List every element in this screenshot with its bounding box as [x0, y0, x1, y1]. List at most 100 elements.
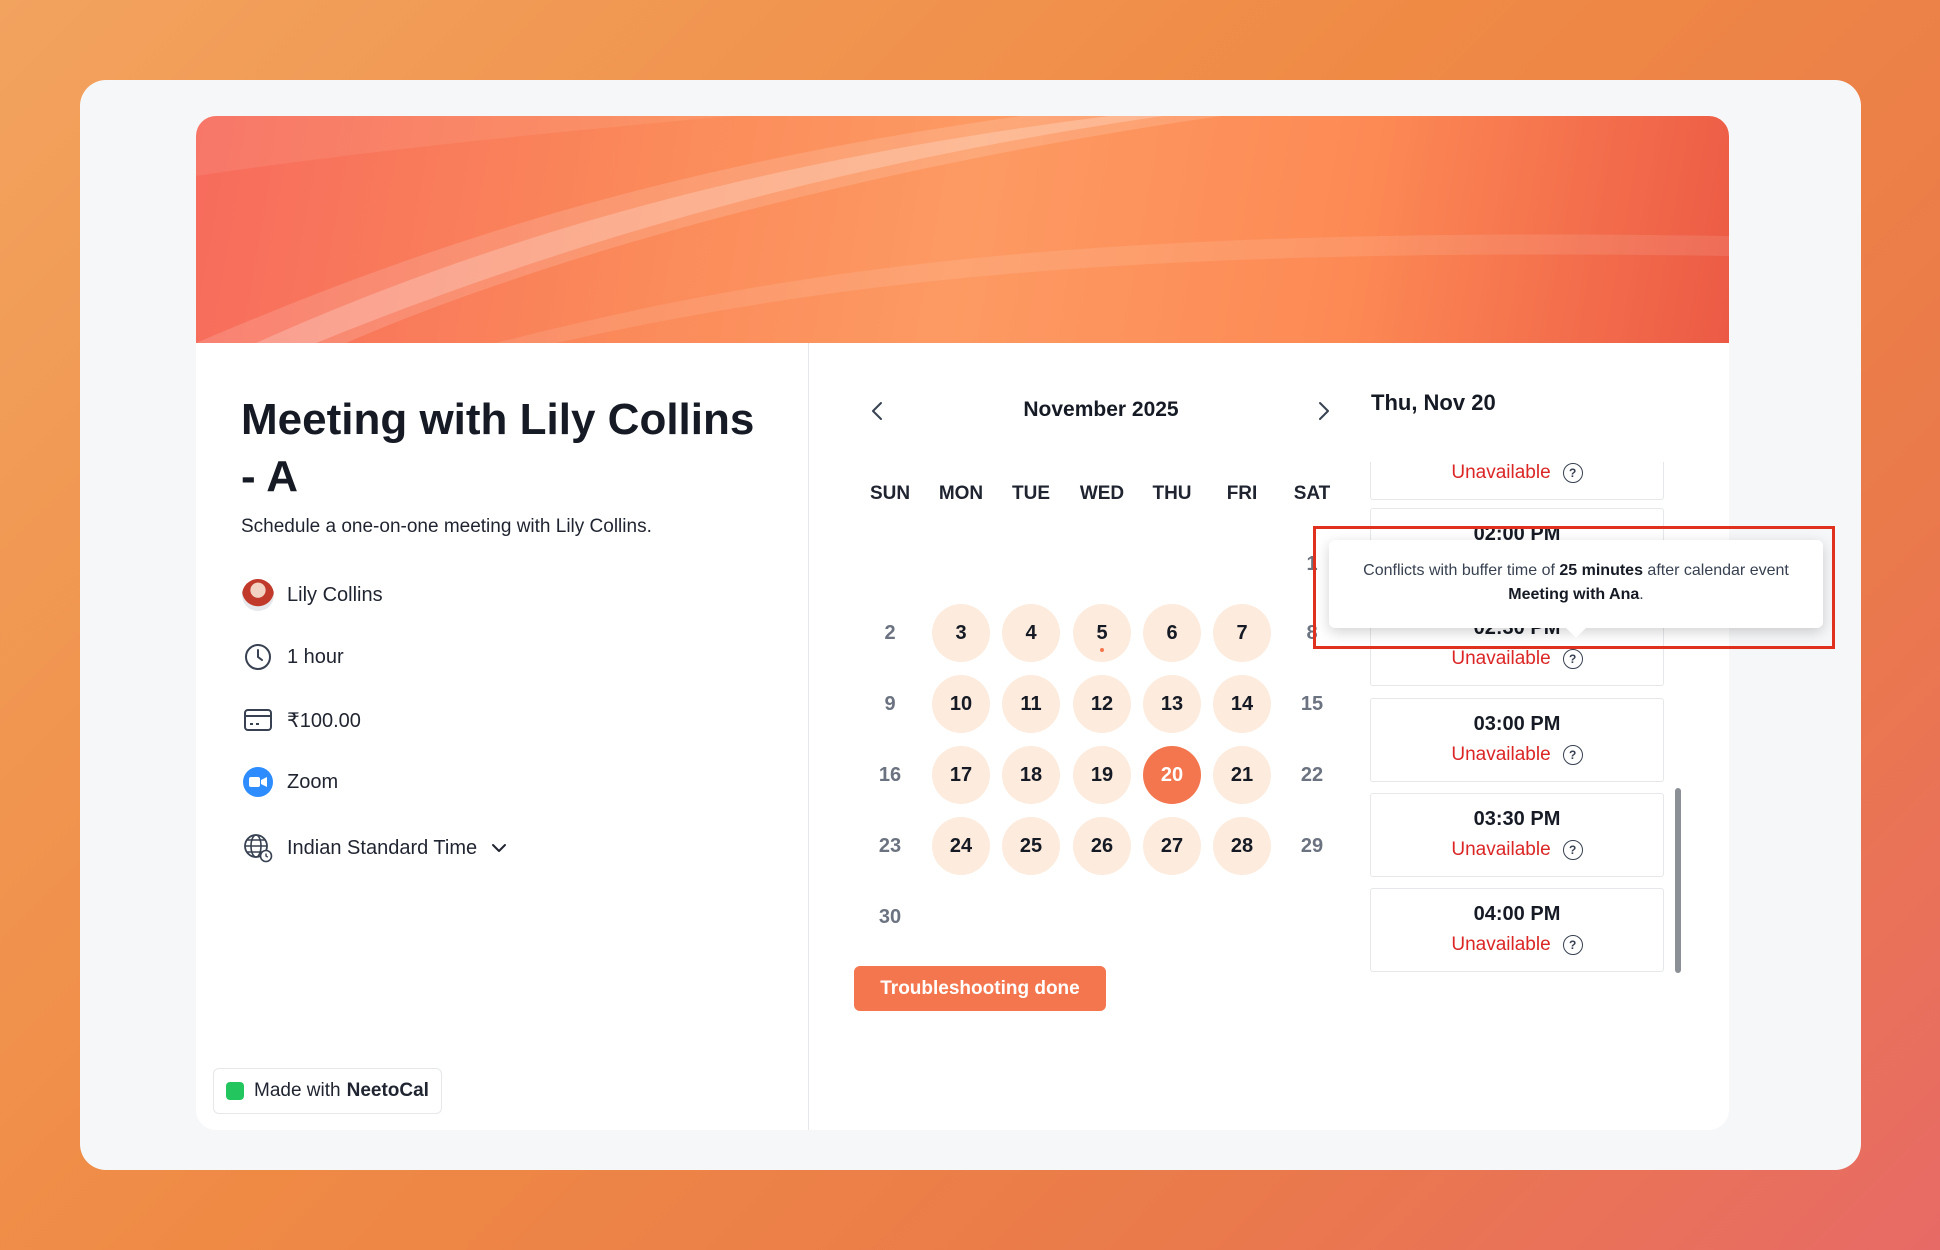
time-slot[interactable]: 03:00 PM Unavailable?: [1370, 698, 1664, 782]
weekday-fri: FRI: [1226, 483, 1258, 504]
calendar-day[interactable]: 13: [1143, 675, 1201, 733]
weekday-tue: TUE: [1012, 483, 1050, 504]
host-name: Lily Collins: [287, 583, 383, 606]
slot-status: Unavailable?: [1371, 839, 1663, 861]
calendar-day[interactable]: 24: [932, 817, 990, 875]
calendar-day[interactable]: 18: [1002, 746, 1060, 804]
calendar-day[interactable]: 21: [1213, 746, 1271, 804]
day-number: 10: [949, 692, 973, 715]
slot-list-scrollbar[interactable]: [1675, 788, 1681, 973]
host-row: Lily Collins: [241, 577, 383, 613]
help-icon[interactable]: ?: [1562, 463, 1583, 483]
weekday-sun: SUN: [869, 483, 911, 504]
day-number: 4: [1025, 621, 1037, 644]
price-text: ₹100.00: [287, 709, 361, 732]
slot-time: 04:00 PM: [1473, 903, 1561, 925]
weekday-mon: MON: [938, 483, 984, 504]
day-number: 21: [1230, 763, 1254, 786]
calendar-day[interactable]: 27: [1143, 817, 1201, 875]
day-number: 18: [1019, 763, 1043, 786]
cover-banner: [196, 116, 1729, 343]
calendar-day[interactable]: 5: [1073, 604, 1131, 662]
slot-status-text: Unavailable: [1451, 648, 1551, 669]
zoom-icon: [241, 765, 275, 799]
day-number: 26: [1090, 834, 1114, 857]
calendar-day: 29: [1283, 817, 1341, 875]
chevron-left-icon: [871, 401, 883, 421]
calendar-day[interactable]: 4: [1002, 604, 1060, 662]
calendar-day: 16: [861, 746, 919, 804]
made-with-text: Made with: [254, 1080, 341, 1101]
timezone-text: Indian Standard Time: [287, 836, 478, 859]
calendar-day[interactable]: 19: [1073, 746, 1131, 804]
calendar-day: 15: [1283, 675, 1341, 733]
neetocal-logo-icon: [226, 1082, 244, 1100]
time-slot[interactable]: 03:30 PM Unavailable?: [1370, 793, 1664, 877]
slot-status-text: Unavailable: [1451, 839, 1551, 860]
calendar-day: 2: [861, 604, 919, 662]
timezone-selector[interactable]: Indian Standard Time: [241, 830, 507, 866]
calendar-day[interactable]: 12: [1073, 675, 1131, 733]
day-number: 17: [949, 763, 973, 786]
day-number: 14: [1230, 692, 1254, 715]
slot-status: Unavailable?: [1371, 462, 1663, 484]
day-number: 15: [1300, 692, 1324, 715]
calendar-day-selected[interactable]: 20: [1143, 746, 1201, 804]
duration-row: 1 hour: [241, 639, 344, 675]
day-number: 19: [1090, 763, 1114, 786]
calendar-day: 30: [861, 888, 919, 946]
day-number: 3: [955, 621, 967, 644]
help-icon[interactable]: ?: [1562, 745, 1583, 765]
calendar-day[interactable]: 14: [1213, 675, 1271, 733]
calendar-day[interactable]: 25: [1002, 817, 1060, 875]
weekday-thu: THU: [1152, 483, 1192, 504]
slot-status: Unavailable?: [1371, 934, 1663, 956]
day-number: 2: [884, 621, 896, 644]
troubleshooting-done-button[interactable]: Troubleshooting done: [854, 966, 1106, 1011]
calendar-day[interactable]: 6: [1143, 604, 1201, 662]
day-number: 27: [1160, 834, 1184, 857]
location-row: Zoom: [241, 764, 338, 800]
calendar-day[interactable]: 7: [1213, 604, 1271, 662]
day-number: 16: [878, 763, 902, 786]
next-month-button[interactable]: [1306, 393, 1342, 429]
day-number: 12: [1090, 692, 1114, 715]
slot-status-text: Unavailable: [1451, 462, 1551, 483]
slot-time: 03:00 PM: [1473, 713, 1561, 735]
day-number: 25: [1019, 834, 1043, 857]
time-slot[interactable]: 04:00 PM Unavailable?: [1370, 888, 1664, 972]
day-number: 23: [878, 834, 902, 857]
column-divider: [808, 343, 809, 1130]
duration-text: 1 hour: [287, 645, 344, 668]
made-with-badge[interactable]: Made with NeetoCal: [213, 1068, 442, 1114]
help-icon[interactable]: ?: [1562, 649, 1583, 669]
calendar-day[interactable]: 11: [1002, 675, 1060, 733]
help-icon[interactable]: ?: [1562, 935, 1583, 955]
location-text: Zoom: [287, 770, 339, 793]
price-row: ₹100.00: [241, 702, 361, 738]
calendar-day[interactable]: 28: [1213, 817, 1271, 875]
calendar-day[interactable]: 17: [932, 746, 990, 804]
help-icon[interactable]: ?: [1562, 840, 1583, 860]
chevron-right-icon: [1318, 401, 1330, 421]
time-slot[interactable]: 01:30 PMUnavailable?: [1370, 462, 1664, 500]
slot-status: Unavailable?: [1371, 648, 1663, 670]
calendar-day[interactable]: 3: [932, 604, 990, 662]
day-number: 30: [878, 905, 902, 928]
day-number: 20: [1160, 763, 1184, 786]
brand-name: NeetoCal: [346, 1080, 429, 1101]
slot-status-text: Unavailable: [1451, 744, 1551, 765]
day-number: 24: [949, 834, 973, 857]
banner-waves: [196, 116, 1729, 343]
calendar-day[interactable]: 26: [1073, 817, 1131, 875]
slot-status-text: Unavailable: [1451, 934, 1551, 955]
page-title: Meeting with Lily Collins - A: [241, 395, 755, 501]
calendar-day[interactable]: 10: [932, 675, 990, 733]
avatar: [241, 578, 275, 612]
day-number: 7: [1236, 621, 1248, 644]
calendar-day: 22: [1283, 746, 1341, 804]
prev-month-button[interactable]: [859, 393, 895, 429]
day-number: 5: [1096, 621, 1108, 644]
clock-icon: [241, 640, 275, 674]
weekday-wed: WED: [1079, 483, 1125, 504]
